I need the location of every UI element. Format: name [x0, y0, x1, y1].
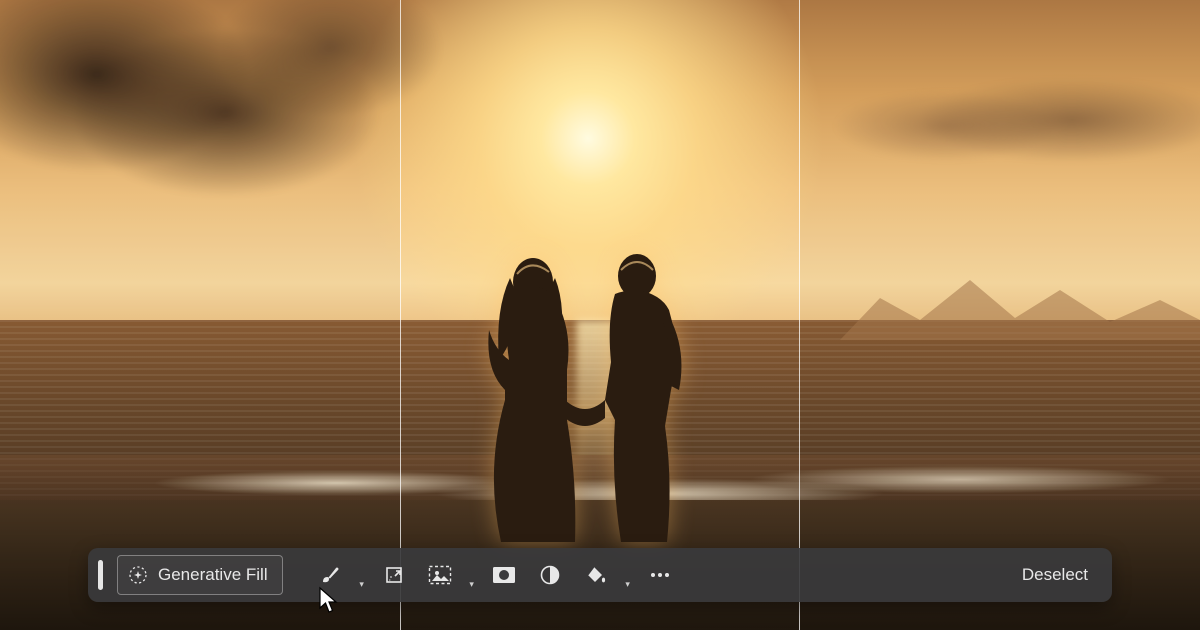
adjustment-button[interactable]: [529, 555, 571, 595]
brush-icon: [319, 564, 341, 586]
generative-fill-icon: [128, 565, 148, 585]
select-subject-icon: [428, 565, 452, 585]
deselect-label: Deselect: [1022, 565, 1088, 585]
photo-canvas[interactable]: Generative Fill ▾ ▾: [0, 0, 1200, 630]
cloud-decoration: [820, 60, 1200, 180]
more-icon: [649, 571, 671, 579]
deselect-button[interactable]: Deselect: [1012, 555, 1098, 595]
generative-fill-button[interactable]: Generative Fill: [117, 555, 283, 595]
select-subject-button[interactable]: [419, 555, 461, 595]
more-options-button[interactable]: [639, 555, 681, 595]
fill-bucket-icon: [585, 564, 607, 586]
drag-handle[interactable]: [98, 560, 103, 590]
generative-expand-icon: [383, 564, 405, 586]
brush-tool-button[interactable]: [309, 555, 351, 595]
select-dropdown[interactable]: ▾: [465, 561, 479, 590]
generative-fill-label: Generative Fill: [158, 565, 268, 585]
generative-expand-button[interactable]: [373, 555, 415, 595]
mask-icon: [492, 566, 516, 584]
mask-button[interactable]: [483, 555, 525, 595]
cloud-decoration: [0, 0, 460, 230]
fill-bucket-button[interactable]: [575, 555, 617, 595]
contextual-task-bar: Generative Fill ▾ ▾: [88, 548, 1112, 602]
brush-dropdown[interactable]: ▾: [355, 561, 369, 590]
adjustment-icon: [540, 565, 560, 585]
mountain-silhouette: [840, 260, 1200, 340]
fill-dropdown[interactable]: ▾: [621, 561, 635, 590]
subject-couple: [455, 250, 715, 550]
